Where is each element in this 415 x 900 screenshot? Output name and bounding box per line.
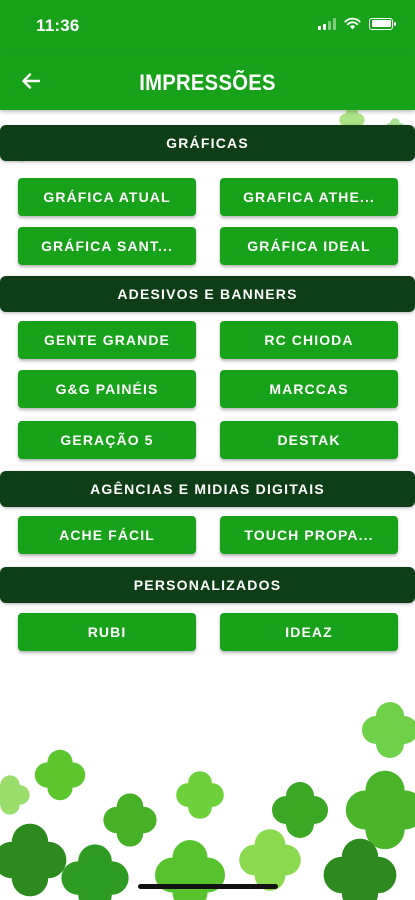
gg-paineis-button[interactable]: G&G PAINÉIS [18,370,196,408]
ideaz-button[interactable]: IDEAZ [220,613,398,651]
destak-button[interactable]: DESTAK [220,421,398,459]
section-header-personalizados: PERSONALIZADOS [0,567,415,603]
gente-grande-button[interactable]: GENTE GRANDE [18,321,196,359]
rubi-button[interactable]: RUBI [18,613,196,651]
section-header-adesivos-banners: ADESIVOS E BANNERS [0,276,415,312]
grafica-athe-button[interactable]: GRAFICA ATHE... [220,178,398,216]
clover-decoration-bottom [0,702,415,900]
ache-facil-button[interactable]: ACHE FÁCIL [18,516,196,554]
app-bar: IMPRESSÕES [0,52,415,110]
marccas-button[interactable]: MARCCAS [220,370,398,408]
status-bar: 11:36 [0,0,415,52]
page-title: IMPRESSÕES [139,70,276,95]
grafica-sant-button[interactable]: GRÁFICA SANT... [18,227,196,265]
battery-icon [369,17,396,30]
section-header-agencias-midias: AGÊNCIAS E MIDIAS DIGITAIS [0,471,415,507]
rc-chioda-button[interactable]: RC CHIODA [220,321,398,359]
wifi-icon [344,17,361,30]
touch-propa-button[interactable]: TOUCH PROPA... [220,516,398,554]
cellular-signal-icon [318,17,336,30]
grafica-atual-button[interactable]: GRÁFICA ATUAL [18,178,196,216]
section-header-graficas: GRÁFICAS [0,125,415,161]
status-time: 11:36 [36,16,80,35]
grafica-ideal-button[interactable]: GRÁFICA IDEAL [220,227,398,265]
home-indicator[interactable] [138,884,278,889]
geracao-5-button[interactable]: GERAÇÃO 5 [18,421,196,459]
status-icons [318,17,396,30]
